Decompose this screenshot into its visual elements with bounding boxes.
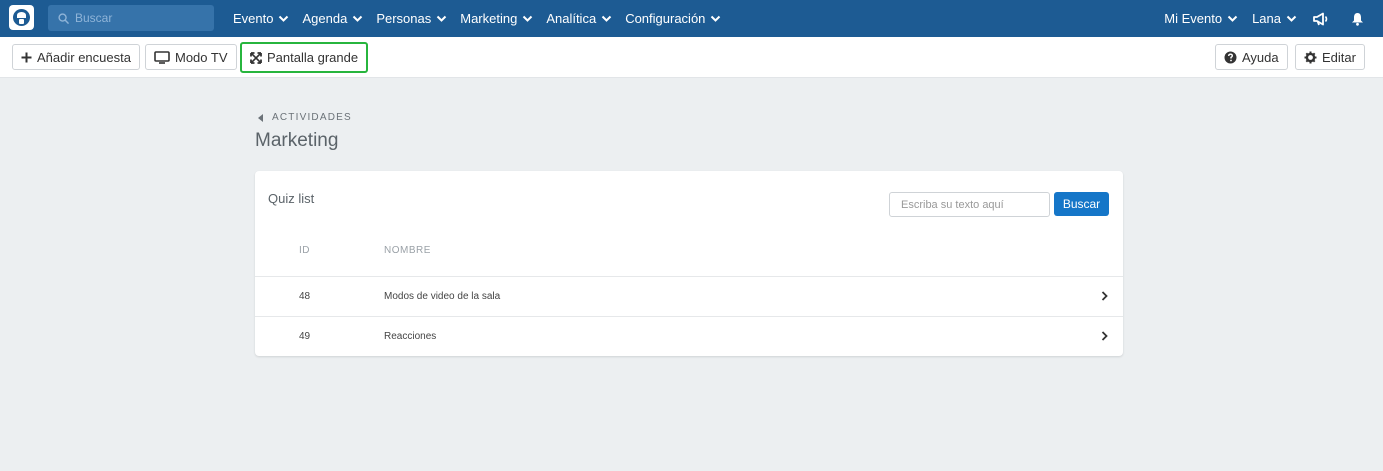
row-id: 49 xyxy=(299,331,311,342)
chevron-down-icon xyxy=(601,15,612,22)
row-name: Modos de video de la sala xyxy=(384,291,501,302)
nav-agenda[interactable]: Agenda xyxy=(302,11,363,26)
user-menu-label: Lana xyxy=(1252,11,1281,26)
row-id: 48 xyxy=(299,291,311,302)
edit-label: Editar xyxy=(1322,49,1356,65)
announcements-button[interactable] xyxy=(1311,9,1331,29)
search-icon xyxy=(58,12,69,24)
edit-button[interactable]: Editar xyxy=(1295,44,1365,70)
breadcrumb[interactable]: ACTIVIDADES xyxy=(258,112,352,123)
monitor-icon xyxy=(154,50,170,64)
chevron-down-icon xyxy=(523,15,533,22)
chevron-right-icon xyxy=(1101,331,1108,341)
quiz-search-input[interactable] xyxy=(889,192,1050,217)
column-header-name: NOMBRE xyxy=(384,245,431,256)
big-screen-label: Pantalla grande xyxy=(267,50,359,65)
nav-marketing[interactable]: Marketing xyxy=(460,11,533,26)
quiz-search-button[interactable]: Buscar xyxy=(1054,192,1109,216)
tv-mode-label: Modo TV xyxy=(175,49,228,65)
table-row[interactable]: 49 Reacciones xyxy=(255,316,1123,356)
megaphone-icon xyxy=(1313,12,1328,25)
help-label: Ayuda xyxy=(1242,49,1279,65)
nav-evento-label: Evento xyxy=(233,11,274,26)
chevron-down-icon xyxy=(1227,15,1238,22)
nav-analitica[interactable]: Analítica xyxy=(546,11,612,26)
bell-icon xyxy=(1351,12,1363,26)
action-toolbar: Añadir encuesta Modo TV Pantalla grande … xyxy=(0,37,1383,78)
nav-evento[interactable]: Evento xyxy=(233,11,289,26)
nav-marketing-label: Marketing xyxy=(460,11,518,26)
event-selector-label: Mi Evento xyxy=(1164,11,1223,26)
page-title: Marketing xyxy=(255,130,339,151)
top-nav-bar: Evento Agenda Personas Marketing Analíti… xyxy=(0,0,1383,37)
chevron-right-icon xyxy=(1101,291,1108,301)
help-button[interactable]: Ayuda xyxy=(1215,44,1288,70)
add-survey-label: Añadir encuesta xyxy=(37,49,131,65)
nav-personas-label: Personas xyxy=(376,11,432,26)
quiz-list-card: Quiz list Buscar ID NOMBRE 48 Modos de v… xyxy=(255,171,1123,356)
add-survey-button[interactable]: Añadir encuesta xyxy=(12,44,140,70)
notifications-button[interactable] xyxy=(1347,9,1367,29)
nav-right-group: Mi Evento Lana xyxy=(1164,0,1383,37)
caret-left-icon xyxy=(258,113,263,122)
big-screen-button[interactable]: Pantalla grande xyxy=(240,42,369,73)
table-row[interactable]: 48 Modos de video de la sala xyxy=(255,276,1123,316)
nav-configuracion[interactable]: Configuración xyxy=(625,11,721,26)
user-menu[interactable]: Lana xyxy=(1252,11,1297,26)
nav-analitica-label: Analítica xyxy=(546,11,597,26)
nav-personas[interactable]: Personas xyxy=(376,11,447,26)
global-search[interactable] xyxy=(48,5,214,31)
main-nav: Evento Agenda Personas Marketing Analíti… xyxy=(233,0,734,37)
global-search-input[interactable] xyxy=(75,11,205,25)
nav-agenda-label: Agenda xyxy=(302,11,348,26)
expand-icon xyxy=(250,51,262,64)
event-selector[interactable]: Mi Evento xyxy=(1164,11,1238,26)
logo-mark-icon xyxy=(13,9,30,26)
tv-mode-button[interactable]: Modo TV xyxy=(145,44,237,70)
question-circle-icon xyxy=(1224,51,1237,63)
breadcrumb-label: ACTIVIDADES xyxy=(272,112,352,123)
gear-icon xyxy=(1304,51,1317,63)
chevron-down-icon xyxy=(353,15,363,22)
plus-icon xyxy=(21,52,32,62)
card-title: Quiz list xyxy=(268,191,315,206)
row-name: Reacciones xyxy=(384,331,437,342)
column-header-id: ID xyxy=(299,245,310,256)
chevron-down-icon xyxy=(1286,15,1297,22)
app-logo[interactable] xyxy=(9,5,34,30)
chevron-down-icon xyxy=(437,15,447,22)
chevron-down-icon xyxy=(711,15,721,22)
nav-configuracion-label: Configuración xyxy=(625,11,706,26)
chevron-down-icon xyxy=(279,15,289,22)
